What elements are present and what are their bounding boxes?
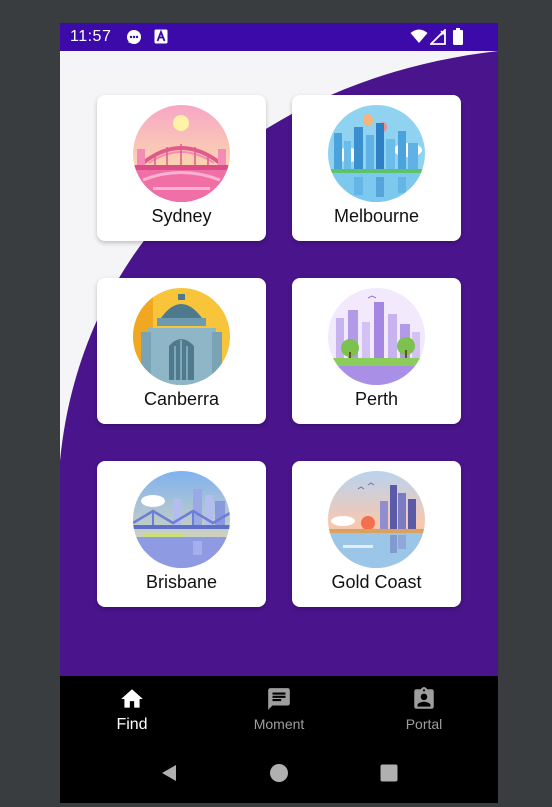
sydney-harbour-bridge-illustration <box>133 105 230 202</box>
signal-icon <box>428 27 447 50</box>
canberra-war-memorial-illustration <box>133 288 230 385</box>
city-name-gold-coast: Gold Coast <box>331 572 422 592</box>
city-name-canberra: Canberra <box>143 389 220 409</box>
battery-icon <box>453 28 463 50</box>
nav-label-portal: Portal <box>405 716 443 732</box>
status-bar: 11:57 <box>60 23 498 51</box>
gold-coast-skyline-illustration <box>328 471 425 568</box>
keyboard-a-icon <box>154 29 168 49</box>
city-card-gold-coast[interactable]: Gold Coast <box>292 461 461 607</box>
city-card-brisbane[interactable]: Brisbane <box>97 461 266 607</box>
city-card-sydney[interactable]: Sydney <box>97 95 266 241</box>
perth-skyline-illustration <box>328 288 425 385</box>
city-name-perth: Perth <box>354 389 399 409</box>
city-grid: Sydney Melbourne Canberra Perth Brisbane… <box>60 51 498 676</box>
nav-label-find: Find <box>116 716 148 733</box>
chat-notification-icon <box>126 29 142 50</box>
recents-icon[interactable] <box>379 763 399 788</box>
nav-item-moment[interactable]: Moment <box>224 686 334 742</box>
city-card-perth[interactable]: Perth <box>292 278 461 424</box>
city-name-melbourne: Melbourne <box>333 206 420 226</box>
city-card-melbourne[interactable]: Melbourne <box>292 95 461 241</box>
wifi-icon <box>410 29 428 49</box>
city-name-brisbane: Brisbane <box>145 572 218 592</box>
nav-label-moment: Moment <box>253 716 305 732</box>
city-name-sydney: Sydney <box>151 206 212 226</box>
melbourne-skyline-illustration <box>328 105 425 202</box>
contact-badge-icon <box>411 686 437 712</box>
nav-item-find[interactable]: Find <box>77 686 187 742</box>
nav-item-portal[interactable]: Portal <box>369 686 479 742</box>
back-icon[interactable] <box>159 763 179 788</box>
home-circle-icon[interactable] <box>269 763 289 788</box>
home-icon <box>119 686 145 712</box>
message-icon <box>266 686 292 712</box>
status-time: 11:57 <box>70 28 112 45</box>
app-screen: 11:57 Sydney Melbourne Canberra Perth Br… <box>60 23 498 803</box>
brisbane-story-bridge-illustration <box>133 471 230 568</box>
city-card-canberra[interactable]: Canberra <box>97 278 266 424</box>
